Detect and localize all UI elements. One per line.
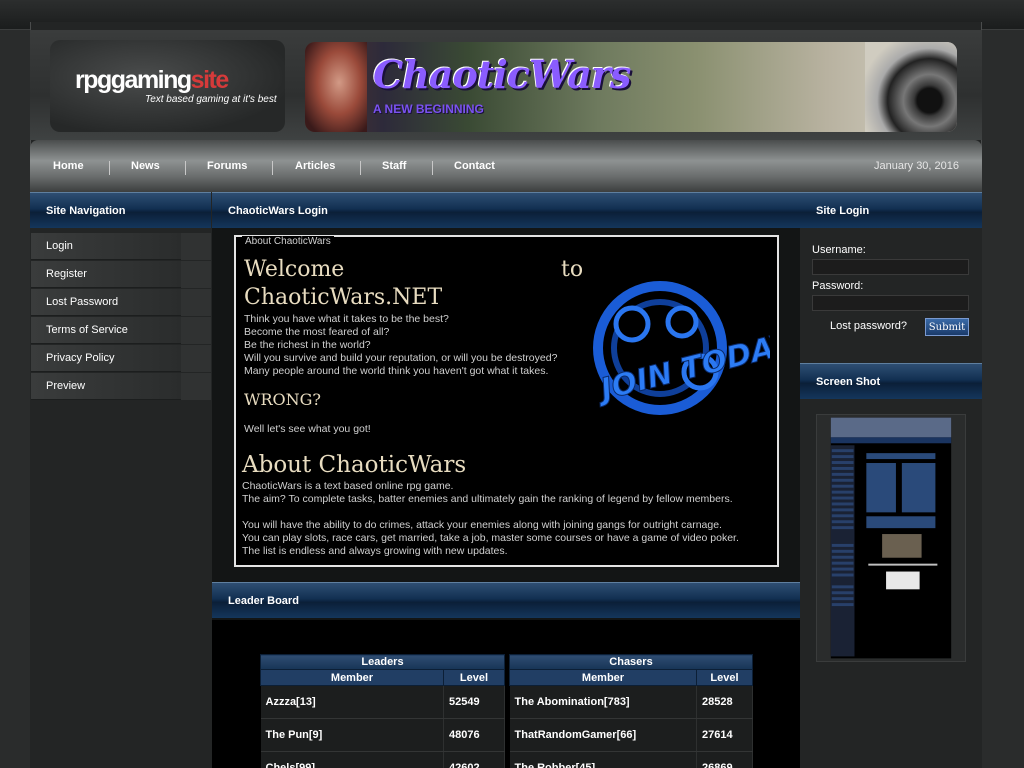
leaders-col-level: Level [443,669,505,686]
sidebar-item-label: Login [46,240,73,252]
password-field[interactable] [812,295,969,311]
nav-separator [109,161,110,175]
leader-level: 48076 [443,718,505,752]
lost-password-link[interactable]: Lost password? [830,320,907,332]
welcome-heading: Welcome to ChaoticWars.NET [244,256,589,312]
game-screenshot-thumbnail[interactable] [816,414,966,662]
sidebar-item-preview[interactable]: Preview [31,373,211,400]
banner-gun-image [865,42,957,132]
logo-accent-text: site [190,66,230,94]
submit-button[interactable]: Submit [925,318,969,336]
chaser-member[interactable]: The Abomination[783] [509,685,697,719]
nav-bar [30,140,982,192]
sidebar-item-label: Privacy Policy [46,352,115,364]
site-navigation-heading: Site Navigation [30,192,211,228]
logo-text: rpggamingsite [75,66,230,95]
table-row: The Abomination[783] 28528 [509,685,753,719]
leaders-table: Leaders Member Level Azzza[13] 52549 The… [260,654,505,768]
welcome-site-name: ChaoticWars.NET [244,285,443,310]
intro-line: Become the most feared of all? [244,326,390,338]
screen-shot-heading: Screen Shot [800,363,982,399]
welcome-text: Welcome [244,257,345,282]
leaders-col-member: Member [260,669,444,686]
about-line: ChaoticWars is a text based online rpg g… [242,480,454,492]
sidebar-item-tab [181,317,211,344]
chasers-table: Chasers Member Level The Abomination[783… [509,654,753,768]
nav-separator [432,161,433,175]
nav-news[interactable]: News [131,160,160,172]
chaser-level: 26869 [696,751,753,768]
intro-line: Be the richest in the world? [244,339,371,351]
intro-line: Many people around the world think you h… [244,365,549,377]
chaser-member[interactable]: ThatRandomGamer[66] [509,718,697,752]
sidebar-item-tab [181,373,211,400]
sidebar-item-lost-password[interactable]: Lost Password [31,289,211,316]
username-label: Username: [812,244,866,256]
sidebar-item-label: Terms of Service [46,324,128,336]
about-title: About ChaoticWars [242,452,467,478]
leader-member[interactable]: Azzza[13] [260,685,444,719]
table-row: ThatRandomGamer[66] 27614 [509,718,753,752]
see-what-you-got-text: Well let's see what you got! [244,423,371,435]
table-row: The Pun[9] 48076 [260,718,505,752]
nav-separator [360,161,361,175]
banner-woman-image [305,42,367,132]
sidebar-item-tab [181,345,211,372]
nav-articles[interactable]: Articles [295,160,335,172]
leaders-caption: Leaders [260,654,505,670]
sidebar-item-label: Register [46,268,87,280]
logo-main-text: rpggaming [75,66,192,94]
sidebar-item-register[interactable]: Register [31,261,211,288]
leader-member[interactable]: Chels[99] [260,751,444,768]
intro-line: Will you survive and build your reputati… [244,352,558,364]
table-row: The Robber[45] 26869 [509,751,753,768]
nav-home[interactable]: Home [53,160,84,172]
nav-separator [272,161,273,175]
welcome-to-text: to [561,257,584,282]
chaser-level: 27614 [696,718,753,752]
badge-knuckle-icon [613,305,651,343]
about-legend: About ChaoticWars [242,236,334,247]
sidebar-item-label: Preview [46,380,86,392]
intro-line: Think you have what it takes to be the b… [244,313,449,325]
table-row: Azzza[13] 52549 [260,685,505,719]
chasers-caption: Chasers [509,654,753,670]
wrong-heading: WRONG? [244,390,321,409]
chaser-member[interactable]: The Robber[45] [509,751,697,768]
chaser-level: 28528 [696,685,753,719]
sidebar-item-label: Lost Password [46,296,119,308]
leader-level: 42602 [443,751,505,768]
chasers-col-member: Member [509,669,697,686]
sidebar-item-privacy[interactable]: Privacy Policy [31,345,211,372]
nav-forums[interactable]: Forums [207,160,247,172]
leader-member[interactable]: The Pun[9] [260,718,444,752]
about-line: The aim? To complete tasks, batter enemi… [242,493,733,505]
nav-staff[interactable]: Staff [382,160,406,172]
about-line: The list is endless and always growing w… [242,545,508,557]
username-field[interactable] [812,259,969,275]
current-date: January 30, 2016 [874,160,960,172]
banner-subtitle: A NEW BEGINNING [373,102,484,116]
login-panel-heading: ChaoticWars Login [212,192,800,228]
logo-tagline: Text based gaming at it's best [145,94,277,105]
nav-contact[interactable]: Contact [454,160,495,172]
badge-knuckle-icon [665,305,699,339]
join-today-badge[interactable]: JOIN TODAY [590,280,770,425]
leader-level: 52549 [443,685,505,719]
password-label: Password: [812,280,864,292]
about-line: You will have the ability to do crimes, … [242,519,722,531]
sidebar-item-login[interactable]: Login [31,233,211,260]
site-login-heading: Site Login [800,192,982,228]
table-row: Chels[99] 42602 [260,751,505,768]
leader-board-heading: Leader Board [212,582,800,618]
chasers-col-level: Level [696,669,753,686]
sidebar-item-tab [181,261,211,288]
sidebar-item-tab [181,289,211,316]
banner-title: ChaoticWars [373,52,631,97]
sidebar-item-tab [181,233,211,260]
game-banner[interactable]: ChaoticWars A NEW BEGINNING [305,42,957,132]
sidebar-item-terms[interactable]: Terms of Service [31,317,211,344]
nav-separator [185,161,186,175]
about-line: You can play slots, race cars, get marri… [242,532,739,544]
